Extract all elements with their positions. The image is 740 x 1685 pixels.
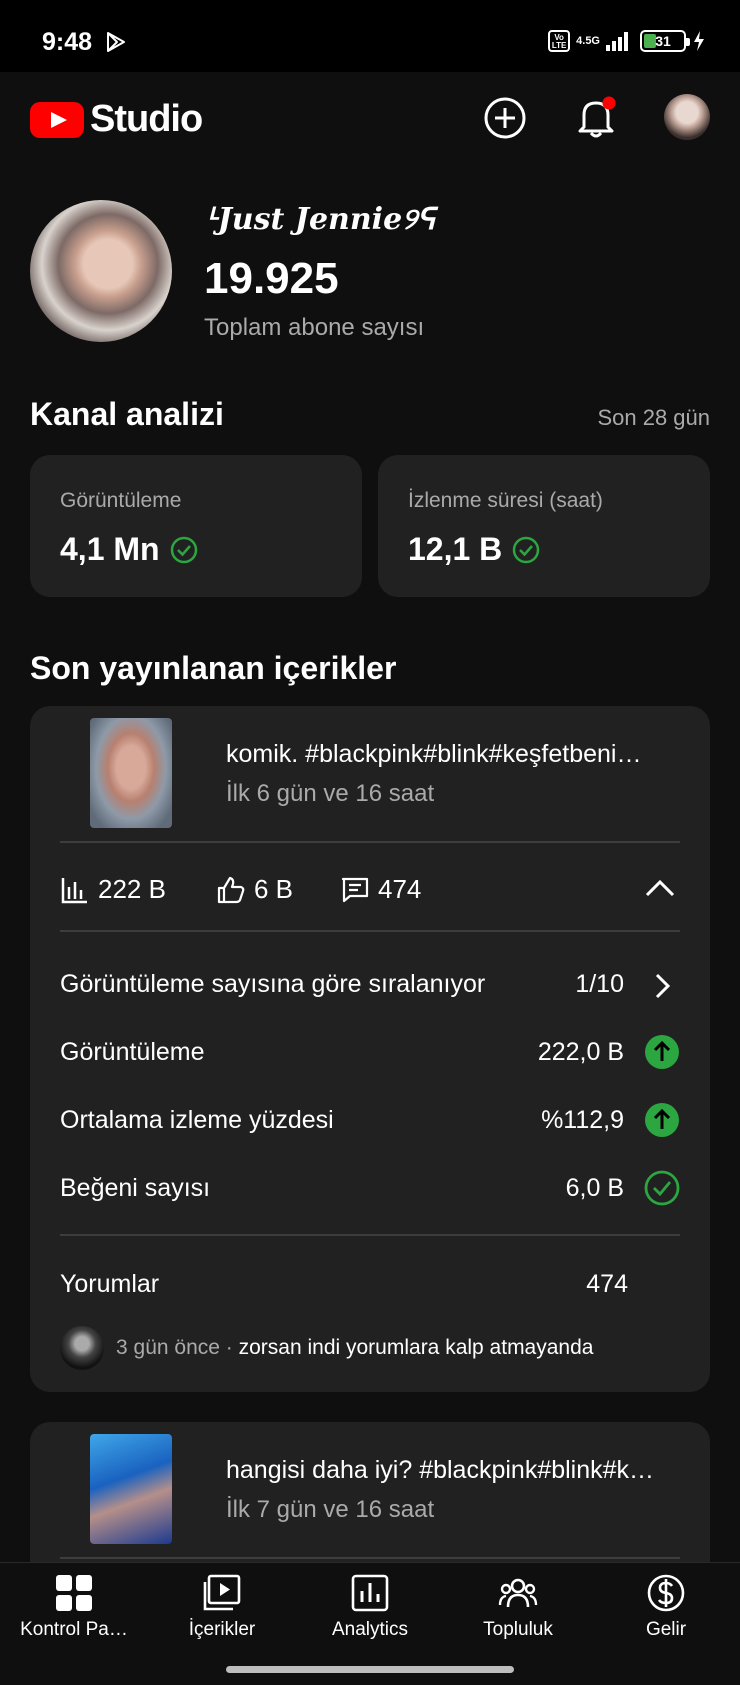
avg-watch-label: Ortalama izleme yüzdesi [60, 1106, 334, 1134]
network-type: 4.5G [576, 34, 600, 47]
check-icon [644, 1170, 680, 1206]
analytics-title: Kanal analizi [30, 396, 224, 432]
views-row-label: Görüntüleme [60, 1038, 205, 1066]
recent-content-title: Son yayınlanan içerikler [30, 650, 397, 686]
views-row-value: 222,0 B [537, 1038, 624, 1066]
arrow-up-icon [645, 1035, 679, 1069]
likes-stat: 6 B [216, 874, 293, 905]
battery-level: 31 [655, 33, 671, 49]
community-icon [498, 1578, 538, 1608]
comment-icon [341, 877, 369, 902]
nav-label: Kontrol Pa… [20, 1619, 128, 1640]
comments-section-count: 474 [586, 1270, 628, 1298]
bar-chart-icon [61, 877, 87, 903]
comments-count: 474 [378, 874, 422, 904]
arrow-up-icon [645, 1103, 679, 1137]
channel-name: ᒻJust Jennie୨ᕋ [206, 202, 436, 237]
likes-row-label: Beğeni sayısı [60, 1174, 211, 1202]
nav-label: Topluluk [483, 1619, 553, 1640]
chevron-right-icon[interactable] [644, 968, 680, 1004]
divider [60, 1234, 680, 1236]
comments-stat: 474 [340, 874, 421, 905]
thumb-up-icon [217, 876, 245, 903]
nav-label: Analytics [331, 1619, 409, 1640]
nav-earn[interactable]: Gelir [592, 1573, 740, 1641]
video-subtitle: İlk 7 gün ve 16 saat [226, 1496, 435, 1523]
views-count: 222 B [98, 874, 166, 904]
comment-separator: · [219, 1336, 239, 1359]
nav-community[interactable]: Topluluk [444, 1573, 592, 1641]
content-icon [203, 1574, 241, 1611]
metric-label: Görüntüleme [60, 489, 182, 512]
status-bar: 9:48 Vo LTE 4.5G 31 [0, 0, 740, 72]
check-icon [170, 536, 197, 563]
metric-value: 4,1 Mn [60, 531, 160, 567]
analytics-icon [351, 1574, 389, 1612]
metric-label: İzlenme süresi (saat) [408, 489, 603, 512]
youtube-logo-icon [30, 101, 84, 138]
content-card[interactable]: komik. #blackpink#blink#keşfetbeni… İlk … [30, 706, 710, 1392]
signal-icon [606, 31, 628, 51]
video-title[interactable]: komik. #blackpink#blink#keşfetbeni… [226, 740, 676, 769]
battery-icon: 31 [640, 30, 690, 52]
channel-avatar[interactable] [30, 200, 172, 342]
ranking-value: 1/10 [575, 970, 624, 998]
notifications-icon [578, 96, 616, 138]
latest-comment[interactable]: 3 gün önce · zorsan indi yorumlara kalp … [60, 1326, 593, 1370]
ranking-label[interactable]: Görüntüleme sayısına göre sıralanıyor [60, 970, 485, 999]
comment-time: 3 gün önce [116, 1336, 220, 1359]
status-time: 9:48 [42, 28, 93, 56]
divider [60, 841, 680, 843]
metric-value: 12,1 B [408, 531, 503, 567]
video-thumbnail[interactable] [90, 1434, 172, 1544]
likes-row-value: 6,0 B [565, 1174, 624, 1202]
comment-meta: 3 gün önce · zorsan indi yorumlara kalp … [116, 1336, 593, 1360]
comment-text: zorsan indi yorumlara kalp atmayanda [238, 1336, 594, 1359]
account-avatar[interactable] [664, 94, 710, 140]
nav-dashboard[interactable]: Kontrol Pa… [0, 1573, 148, 1641]
analytics-period: Son 28 gün [597, 405, 710, 430]
check-icon [513, 536, 540, 563]
dashboard-icon [56, 1575, 92, 1611]
subscriber-count: 19.925 [204, 254, 339, 303]
metric-value-row: 4,1 Mn [60, 531, 198, 568]
likes-count: 6 B [254, 874, 294, 904]
app-name: Studio [90, 98, 203, 140]
notifications-button[interactable] [572, 94, 620, 142]
watch-time-metric-card[interactable]: İzlenme süresi (saat) 12,1 B [378, 455, 710, 597]
volte-icon: Vo LTE [548, 30, 571, 52]
create-icon [484, 97, 526, 139]
nav-label: Gelir [645, 1619, 687, 1640]
home-indicator[interactable] [226, 1666, 514, 1673]
video-thumbnail[interactable] [90, 718, 172, 828]
chevron-up-icon[interactable] [644, 876, 676, 900]
comments-section-label[interactable]: Yorumlar [60, 1270, 159, 1299]
play-store-icon [107, 32, 125, 52]
video-subtitle: İlk 6 gün ve 16 saat [226, 780, 435, 807]
commenter-avatar [60, 1326, 104, 1370]
create-button[interactable] [481, 94, 529, 142]
nav-label: İçerikler [188, 1619, 256, 1640]
avg-watch-value: %112,9 [541, 1106, 624, 1134]
status-icons: Vo LTE 4.5G 31 [548, 28, 706, 54]
divider [60, 930, 680, 932]
earn-icon [647, 1574, 685, 1612]
nav-content[interactable]: İçerikler [148, 1573, 296, 1641]
nav-analytics[interactable]: Analytics [296, 1573, 444, 1641]
views-metric-card[interactable]: Görüntüleme 4,1 Mn [30, 455, 362, 597]
divider [60, 1557, 680, 1559]
views-stat: 222 B [60, 874, 166, 905]
studio-logo[interactable]: Studio [30, 98, 203, 141]
charging-icon [694, 31, 704, 51]
app-header: Studio [0, 72, 740, 162]
subscriber-label: Toplam abone sayısı [204, 314, 425, 341]
metric-value-row: 12,1 B [408, 531, 540, 568]
bottom-navigation: Kontrol Pa… İçerikler Analytics Topluluk [0, 1562, 740, 1654]
video-title[interactable]: hangisi daha iyi? #blackpink#blink#k… [226, 1456, 676, 1485]
